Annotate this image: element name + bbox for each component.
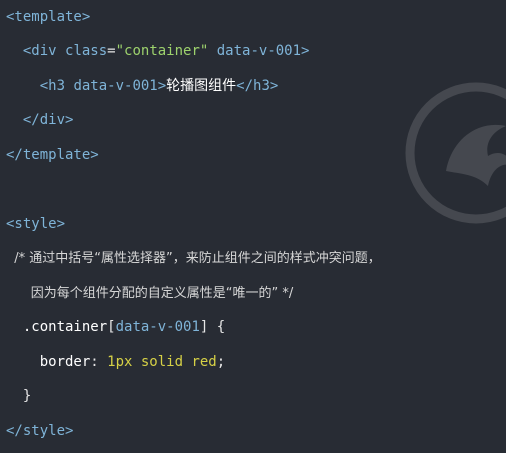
code-token: > — [157, 78, 167, 94]
code-token: = — [107, 43, 116, 59]
code-token: data-v-001 — [208, 43, 302, 59]
code-token: } — [6, 388, 32, 404]
code-token: </div> — [6, 112, 74, 128]
code-token: "container" — [115, 43, 209, 59]
code-token: /* 通过中括号“属性选择器”，来防止组件之间的样式冲突问题， — [6, 251, 381, 266]
code-line: <div class="container" data-v-001> — [0, 34, 506, 68]
code-token: 轮播图组件 — [166, 78, 237, 94]
code-line: 因为每个组件分配的自定义属性是“唯一的” */ — [0, 276, 506, 310]
code-token: 因为每个组件分配的自定义属性是“唯一的” */ — [6, 286, 294, 301]
code-line: .container[data-v-001] { — [0, 310, 506, 344]
code-line: border: 1px solid red; — [0, 345, 506, 379]
code-token: </style> — [6, 423, 74, 439]
code-token: </template> — [6, 147, 99, 163]
code-token: </h3> — [236, 78, 279, 94]
code-token: ; — [216, 354, 226, 370]
code-line: /* 通过中括号“属性选择器”，来防止组件之间的样式冲突问题， — [0, 241, 506, 275]
code-line: <style> — [0, 207, 506, 241]
code-token: data-v-001 — [73, 78, 158, 94]
code-token: > — [301, 43, 310, 59]
code-token: ] { — [199, 319, 226, 335]
code-token: 1px solid red — [107, 354, 217, 370]
code-token: <template> — [6, 9, 91, 25]
code-token: : — [90, 354, 108, 370]
code-token: [ — [107, 319, 116, 335]
code-line: </template> — [0, 138, 506, 172]
code-token: border — [6, 354, 91, 370]
code-line: } — [0, 379, 506, 413]
code-token: <h3 — [6, 78, 74, 94]
code-line: <h3 data-v-001>轮播图组件</h3> — [0, 69, 506, 103]
code-token: class — [65, 43, 108, 59]
code-line: </div> — [0, 103, 506, 137]
code-line: <template> — [0, 0, 506, 34]
code-token: .container — [6, 319, 108, 335]
code-line: </style> — [0, 414, 506, 448]
code-token: data-v-001 — [115, 319, 200, 335]
code-editor: <template> <div class="container" data-v… — [0, 0, 506, 453]
code-token: <div — [6, 43, 66, 59]
code-token: <style> — [6, 216, 66, 232]
